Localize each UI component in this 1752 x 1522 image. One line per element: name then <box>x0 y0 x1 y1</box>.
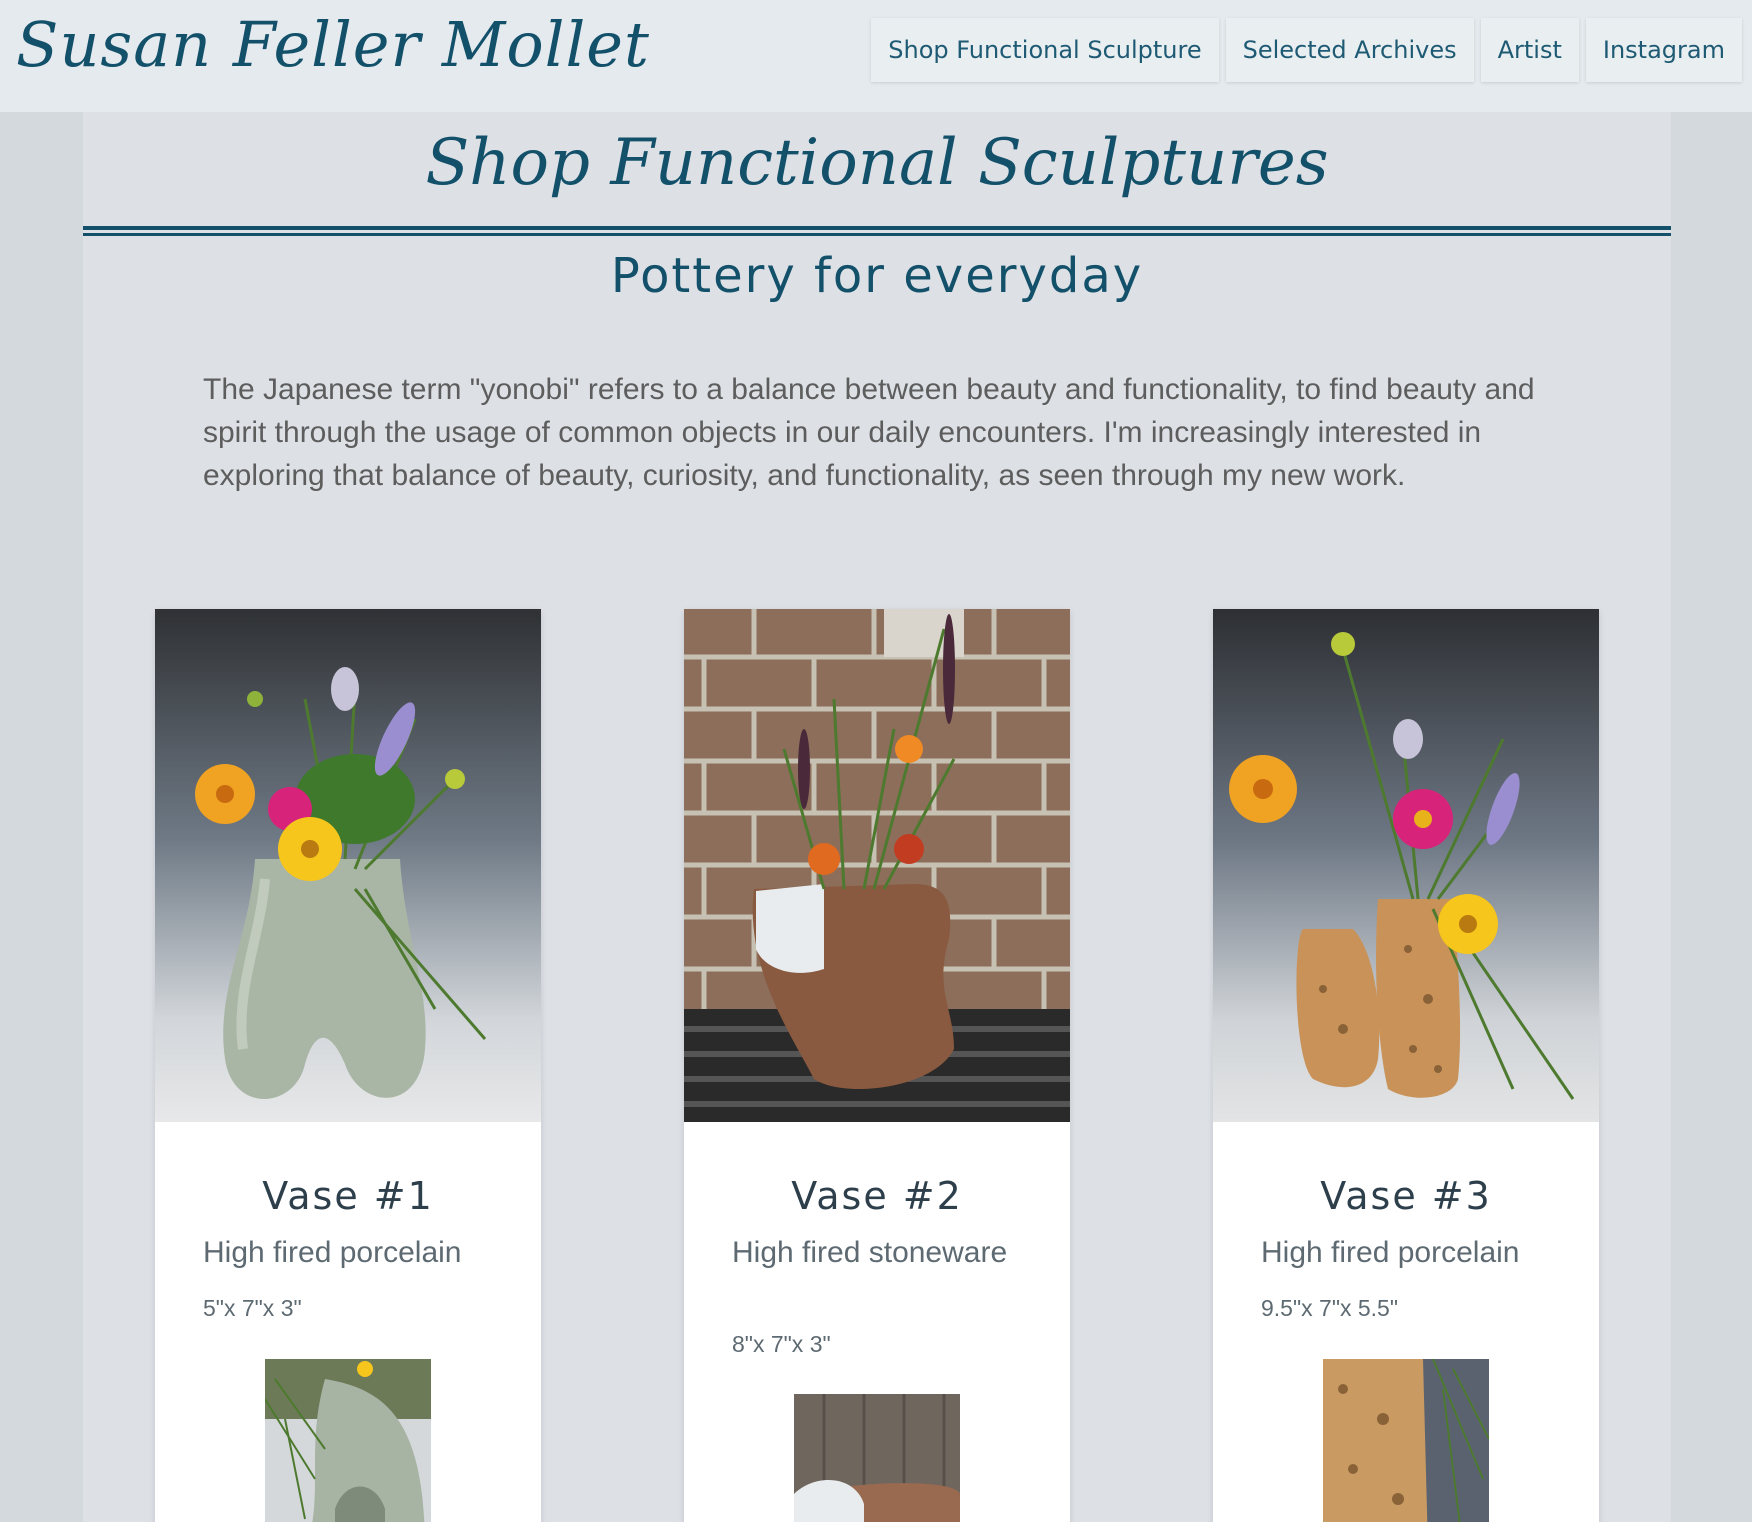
page-subtitle: Pottery for everyday <box>610 248 1144 304</box>
main-content: Shop Functional Sculptures Pottery for e… <box>83 0 1671 1522</box>
product-material: High fired stoneware <box>732 1236 1008 1269</box>
main-nav: Shop Functional Sculpture Selected Archi… <box>871 18 1742 82</box>
product-thumbnail[interactable] <box>794 1394 960 1522</box>
product-card-vase-2[interactable]: Vase #2 High fired stoneware 8"x 7"x 3" <box>684 609 1070 1522</box>
product-image[interactable] <box>1213 609 1599 1122</box>
nav-selected-archives[interactable]: Selected Archives <box>1225 18 1474 82</box>
site-header: Susan Feller Mollet Shop Functional Scul… <box>0 0 1752 112</box>
product-image[interactable] <box>684 609 1070 1122</box>
product-name[interactable]: Vase #1 <box>155 1174 541 1218</box>
product-material: High fired porcelain <box>203 1236 462 1269</box>
product-card-vase-3[interactable]: Vase #3 High fired porcelain 9.5"x 7"x 5… <box>1213 609 1599 1522</box>
nav-instagram[interactable]: Instagram <box>1585 18 1742 82</box>
product-image[interactable] <box>155 609 541 1122</box>
title-divider <box>83 226 1671 236</box>
product-dimensions: 5"x 7"x 3" <box>203 1295 302 1321</box>
product-dimensions: 8"x 7"x 3" <box>732 1331 831 1357</box>
product-dimensions: 9.5"x 7"x 5.5" <box>1261 1295 1399 1321</box>
product-thumbnail[interactable] <box>265 1359 431 1522</box>
site-title[interactable]: Susan Feller Mollet <box>16 8 650 81</box>
nav-shop-functional-sculpture[interactable]: Shop Functional Sculpture <box>871 18 1219 82</box>
nav-artist[interactable]: Artist <box>1480 18 1579 82</box>
product-material: High fired porcelain <box>1261 1236 1520 1269</box>
product-name[interactable]: Vase #3 <box>1213 1174 1599 1218</box>
product-card-vase-1[interactable]: Vase #1 High fired porcelain 5"x 7"x 3" <box>155 609 541 1522</box>
product-thumbnail[interactable] <box>1323 1359 1489 1522</box>
product-name[interactable]: Vase #2 <box>684 1174 1070 1218</box>
page-title: Shop Functional Sculptures <box>425 126 1329 200</box>
intro-paragraph: The Japanese term "yonobi" refers to a b… <box>203 373 1535 492</box>
